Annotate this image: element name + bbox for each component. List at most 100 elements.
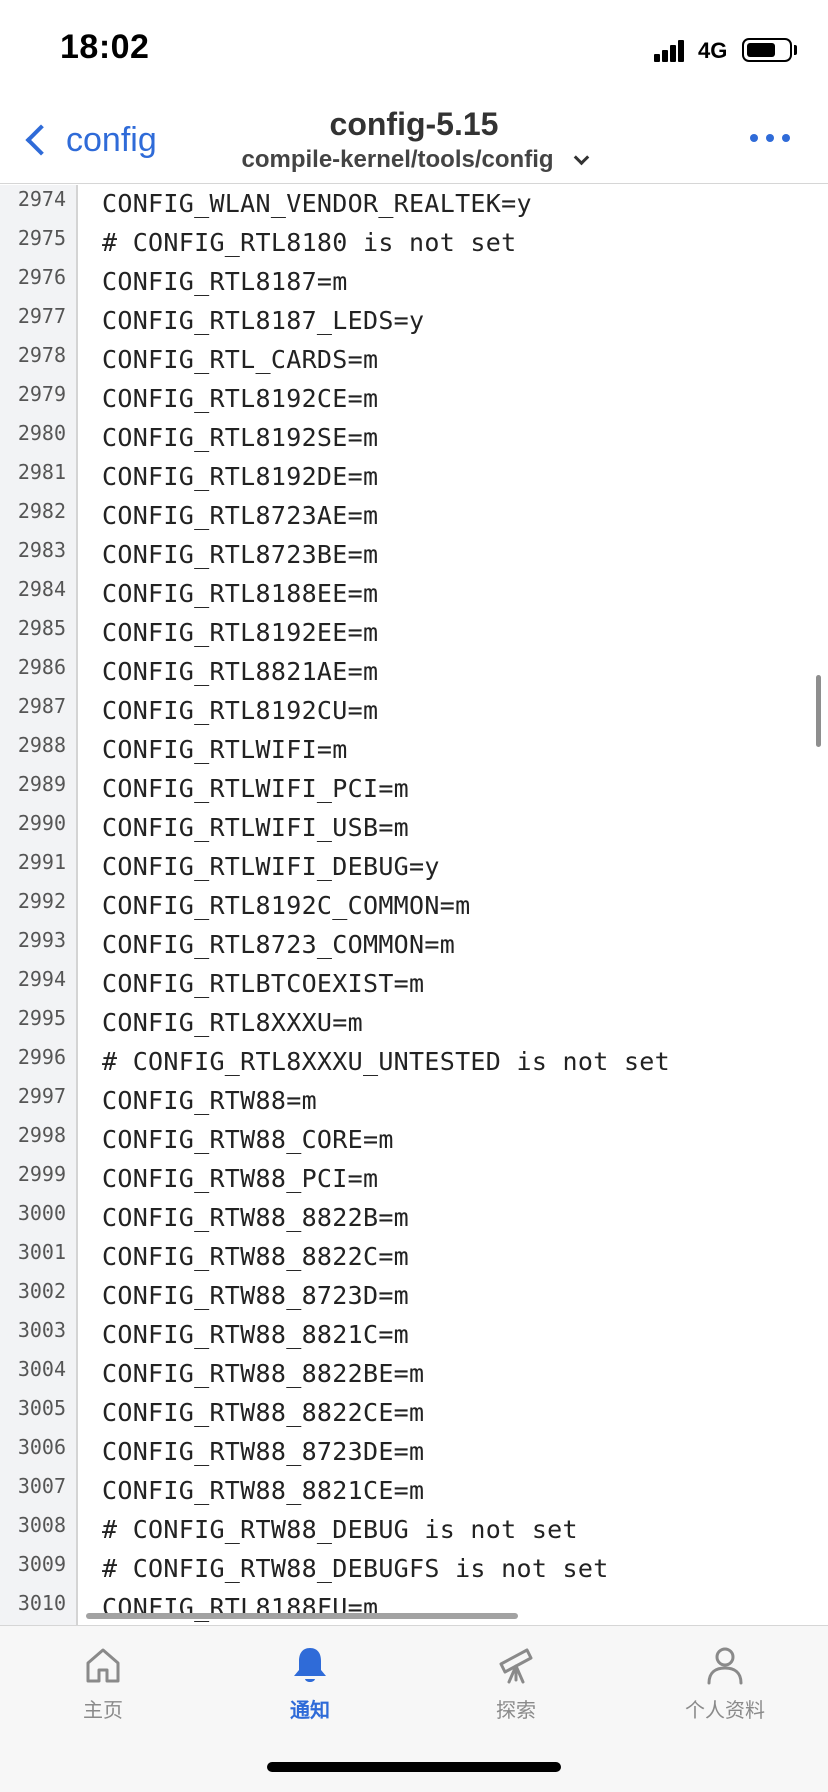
line-text: CONFIG_RTW88_8822BE=m: [102, 1359, 425, 1388]
line-number: 2990: [17, 811, 66, 835]
code-line: 2997 CONFIG_RTW88=m: [0, 1082, 828, 1121]
line-text: CONFIG_RTW88_8822B=m: [102, 1203, 410, 1232]
code-line: 2982 CONFIG_RTL8723AE=m: [0, 497, 828, 536]
line-text: CONFIG_RTW88_8723D=m: [102, 1281, 410, 1310]
code-line: 3006 CONFIG_RTW88_8723DE=m: [0, 1433, 828, 1472]
code-line: 3002 CONFIG_RTW88_8723D=m: [0, 1277, 828, 1316]
code-line: 2980 CONFIG_RTL8192SE=m: [0, 419, 828, 458]
vertical-scrollbar[interactable]: [816, 675, 821, 747]
code-view[interactable]: 2974 CONFIG_WLAN_VENDOR_REALTEK=y 2975 # CO…: [0, 185, 828, 1625]
line-number: 2980: [17, 421, 66, 445]
line-text: # CONFIG_RTL8XXXU_UNTESTED is not set: [102, 1047, 670, 1076]
tab-notifications[interactable]: 通知: [230, 1644, 390, 1744]
line-text: CONFIG_RTL8192EE=m: [102, 618, 379, 647]
person-icon: [707, 1647, 743, 1685]
code-line: 2994 CONFIG_RTLBTCOEXIST=m: [0, 965, 828, 1004]
line-text: CONFIG_WLAN_VENDOR_REALTEK=y: [102, 189, 532, 218]
tab-explore[interactable]: 探索: [436, 1644, 596, 1744]
line-number: 2982: [17, 499, 66, 523]
line-text: CONFIG_RTW88_8822CE=m: [102, 1398, 425, 1427]
line-text: CONFIG_RTL8723_COMMON=m: [102, 930, 456, 959]
line-number: 3001: [17, 1240, 66, 1264]
horizontal-scrollbar[interactable]: [86, 1613, 518, 1619]
line-number: 3010: [17, 1591, 66, 1615]
code-line: 2984 CONFIG_RTL8188EE=m: [0, 575, 828, 614]
tab-label: 个人资料: [685, 1700, 765, 1722]
line-text: CONFIG_RTW88_8821CE=m: [102, 1476, 425, 1505]
nav-header: config config-5.15 compile-kernel/tools/…: [0, 100, 828, 184]
path-selector[interactable]: compile-kernel/tools/config: [0, 146, 828, 174]
code-line: 3010 CONFIG_RTL8188FU=m: [0, 1589, 828, 1625]
line-number: 2983: [17, 538, 66, 562]
line-number: 3006: [17, 1435, 66, 1459]
code-line: 2995 CONFIG_RTL8XXXU=m: [0, 1004, 828, 1043]
line-number: 3009: [17, 1552, 66, 1576]
line-text: # CONFIG_RTL8180 is not set: [102, 228, 517, 257]
line-number: 2979: [17, 382, 66, 406]
more-options-button[interactable]: [750, 134, 790, 142]
code-line: 3001 CONFIG_RTW88_8822C=m: [0, 1238, 828, 1277]
line-number: 2992: [17, 889, 66, 913]
battery-tip: [794, 45, 797, 55]
line-number: 2974: [17, 187, 66, 211]
code-line: 2992 CONFIG_RTL8192C_COMMON=m: [0, 887, 828, 926]
bell-icon: [294, 1648, 326, 1682]
line-text: # CONFIG_RTW88_DEBUGFS is not set: [102, 1554, 609, 1583]
line-text: CONFIG_RTLWIFI_DEBUG=y: [102, 852, 440, 881]
code-line: 2991 CONFIG_RTLWIFI_DEBUG=y: [0, 848, 828, 887]
code-line: 2979 CONFIG_RTL8192CE=m: [0, 380, 828, 419]
line-text: CONFIG_RTL8187=m: [102, 267, 348, 296]
path-label: compile-kernel/tools/config: [241, 146, 554, 173]
line-text: CONFIG_RTW88_PCI=m: [102, 1164, 379, 1193]
line-text: CONFIG_RTL8192DE=m: [102, 462, 379, 491]
line-number: 3002: [17, 1279, 66, 1303]
code-line: 2996 # CONFIG_RTL8XXXU_UNTESTED is not se…: [0, 1043, 828, 1082]
tab-home[interactable]: 主页: [23, 1644, 183, 1744]
code-line: 2999 CONFIG_RTW88_PCI=m: [0, 1160, 828, 1199]
code-line: 3000 CONFIG_RTW88_8822B=m: [0, 1199, 828, 1238]
code-line: 2981 CONFIG_RTL8192DE=m: [0, 458, 828, 497]
line-number: 2986: [17, 655, 66, 679]
line-text: CONFIG_RTW88_8821C=m: [102, 1320, 410, 1349]
line-number: 2994: [17, 967, 66, 991]
line-text: CONFIG_RTLWIFI_PCI=m: [102, 774, 410, 803]
line-number: 3003: [17, 1318, 66, 1342]
code-line: 2990 CONFIG_RTLWIFI_USB=m: [0, 809, 828, 848]
code-line: 2978 CONFIG_RTL_CARDS=m: [0, 341, 828, 380]
line-text: CONFIG_RTL8XXXU=m: [102, 1008, 363, 1037]
line-number: 2975: [17, 226, 66, 250]
code-line: 3009 # CONFIG_RTW88_DEBUGFS is not set: [0, 1550, 828, 1589]
line-text: CONFIG_RTW88=m: [102, 1086, 317, 1115]
line-text: CONFIG_RTL8187_LEDS=y: [102, 306, 425, 335]
line-text: CONFIG_RTL_CARDS=m: [102, 345, 379, 374]
line-text: # CONFIG_RTW88_DEBUG is not set: [102, 1515, 578, 1544]
line-text: CONFIG_RTL8192SE=m: [102, 423, 379, 452]
code-line: 3007 CONFIG_RTW88_8821CE=m: [0, 1472, 828, 1511]
line-text: CONFIG_RTL8188EE=m: [102, 579, 379, 608]
line-number: 3004: [17, 1357, 66, 1381]
line-number: 2987: [17, 694, 66, 718]
status-bar: 18:02 4G: [0, 0, 828, 100]
code-line: 2986 CONFIG_RTL8821AE=m: [0, 653, 828, 692]
line-number: 2976: [17, 265, 66, 289]
line-text: CONFIG_RTL8192CE=m: [102, 384, 379, 413]
line-number: 2978: [17, 343, 66, 367]
tab-label: 探索: [496, 1700, 536, 1722]
line-number: 2981: [17, 460, 66, 484]
code-line: 2976 CONFIG_RTL8187=m: [0, 263, 828, 302]
home-indicator: [267, 1762, 561, 1772]
line-number: 2989: [17, 772, 66, 796]
code-line: 2977 CONFIG_RTL8187_LEDS=y: [0, 302, 828, 341]
line-text: CONFIG_RTW88_8822C=m: [102, 1242, 410, 1271]
tab-profile[interactable]: 个人资料: [645, 1644, 805, 1744]
line-number: 3008: [17, 1513, 66, 1537]
code-line: 2989 CONFIG_RTLWIFI_PCI=m: [0, 770, 828, 809]
code-line: 2988 CONFIG_RTLWIFI=m: [0, 731, 828, 770]
line-number: 3007: [17, 1474, 66, 1498]
line-number: 3005: [17, 1396, 66, 1420]
code-line: 2983 CONFIG_RTL8723BE=m: [0, 536, 828, 575]
line-text: CONFIG_RTL8821AE=m: [102, 657, 379, 686]
line-number: 2991: [17, 850, 66, 874]
signal-icon: [654, 36, 690, 62]
line-text: CONFIG_RTW88_8723DE=m: [102, 1437, 425, 1466]
